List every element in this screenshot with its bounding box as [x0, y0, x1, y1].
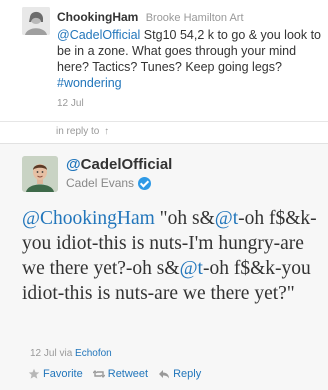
divider [0, 121, 328, 122]
up-arrow-icon: ↑ [104, 126, 110, 137]
favorite-button[interactable]: Favorite [28, 368, 83, 380]
retweet-label: Retweet [107, 368, 149, 380]
tweet-meta: 12 Jul via Echofon [30, 348, 112, 359]
via-app-link[interactable]: Echofon [75, 348, 112, 359]
star-icon [28, 368, 40, 380]
parent-mention-link[interactable]: @CadelOfficial [57, 28, 140, 42]
parent-avatar[interactable] [22, 7, 50, 35]
main-full-name: Cadel Evans [66, 176, 135, 190]
in-reply-to-label: in reply to [56, 126, 100, 137]
main-tweet: @CadelOfficial Cadel Evans @ChookingHam … [0, 143, 328, 390]
mention-t-link[interactable]: @t [180, 258, 203, 279]
in-reply-to-link[interactable]: in reply to ↑ [56, 126, 109, 137]
mention-t-link[interactable]: @t [215, 208, 238, 229]
at-sign: @ [66, 156, 81, 173]
via-label: via [59, 348, 73, 359]
reply-label: Reply [173, 368, 202, 380]
retweet-button[interactable]: Retweet [92, 368, 149, 380]
mention-chookingham-link[interactable]: @ChookingHam [22, 208, 155, 229]
main-timestamp[interactable]: 12 Jul [30, 348, 57, 359]
tweet-text-segment: "oh s& [154, 208, 215, 229]
reply-arrow-icon [158, 368, 170, 380]
reply-button[interactable]: Reply [158, 368, 201, 380]
parent-header: ChookingHam Brooke Hamilton Art [57, 10, 244, 24]
verified-badge-icon [138, 176, 152, 190]
parent-tweet-text: @CadelOfficial Stg10 54,2 k to go & you … [57, 27, 322, 91]
parent-full-name: Brooke Hamilton Art [145, 12, 244, 24]
parent-timestamp[interactable]: 12 Jul [57, 98, 84, 109]
favorite-label: Favorite [43, 368, 83, 380]
tweet-actions: Favorite Retweet Reply [28, 368, 201, 380]
parent-tweet: ChookingHam Brooke Hamilton Art @CadelOf… [0, 0, 328, 121]
hashtag-link[interactable]: #wondering [57, 76, 122, 90]
parent-username[interactable]: ChookingHam [57, 10, 138, 24]
main-username-text: CadelOfficial [80, 156, 173, 173]
retweet-icon [92, 368, 106, 380]
main-avatar[interactable] [22, 156, 58, 192]
main-username[interactable]: @CadelOfficial [66, 156, 172, 173]
main-tweet-text: @ChookingHam "oh s&@t-oh f$&k-you idiot-… [22, 206, 322, 306]
main-full-name-row: Cadel Evans [66, 176, 152, 190]
